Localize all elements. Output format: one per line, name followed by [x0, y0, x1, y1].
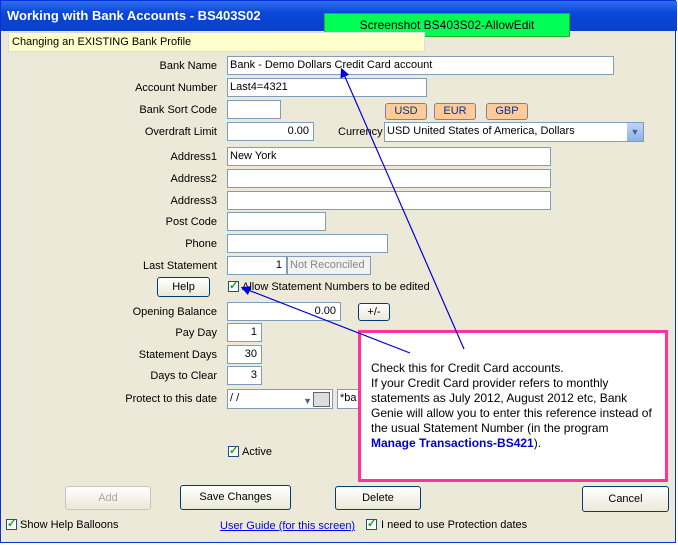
- user-guide-link[interactable]: User Guide (for this screen): [220, 520, 355, 532]
- protection-dates-label: I need to use Protection dates: [381, 519, 528, 531]
- add-button[interactable]: Add: [65, 486, 151, 510]
- save-changes-button[interactable]: Save Changes: [180, 485, 291, 510]
- annotation-arrows: [240, 67, 465, 354]
- show-help-label: Show Help Balloons: [20, 519, 119, 531]
- delete-button[interactable]: Delete: [335, 486, 421, 510]
- protection-dates-checkbox[interactable]: [366, 517, 377, 530]
- arrow-to-allow-edit: [240, 286, 411, 354]
- show-help-checkbox[interactable]: [6, 517, 17, 530]
- cancel-button[interactable]: Cancel: [582, 486, 669, 512]
- arrow-to-bank-name: [340, 67, 465, 350]
